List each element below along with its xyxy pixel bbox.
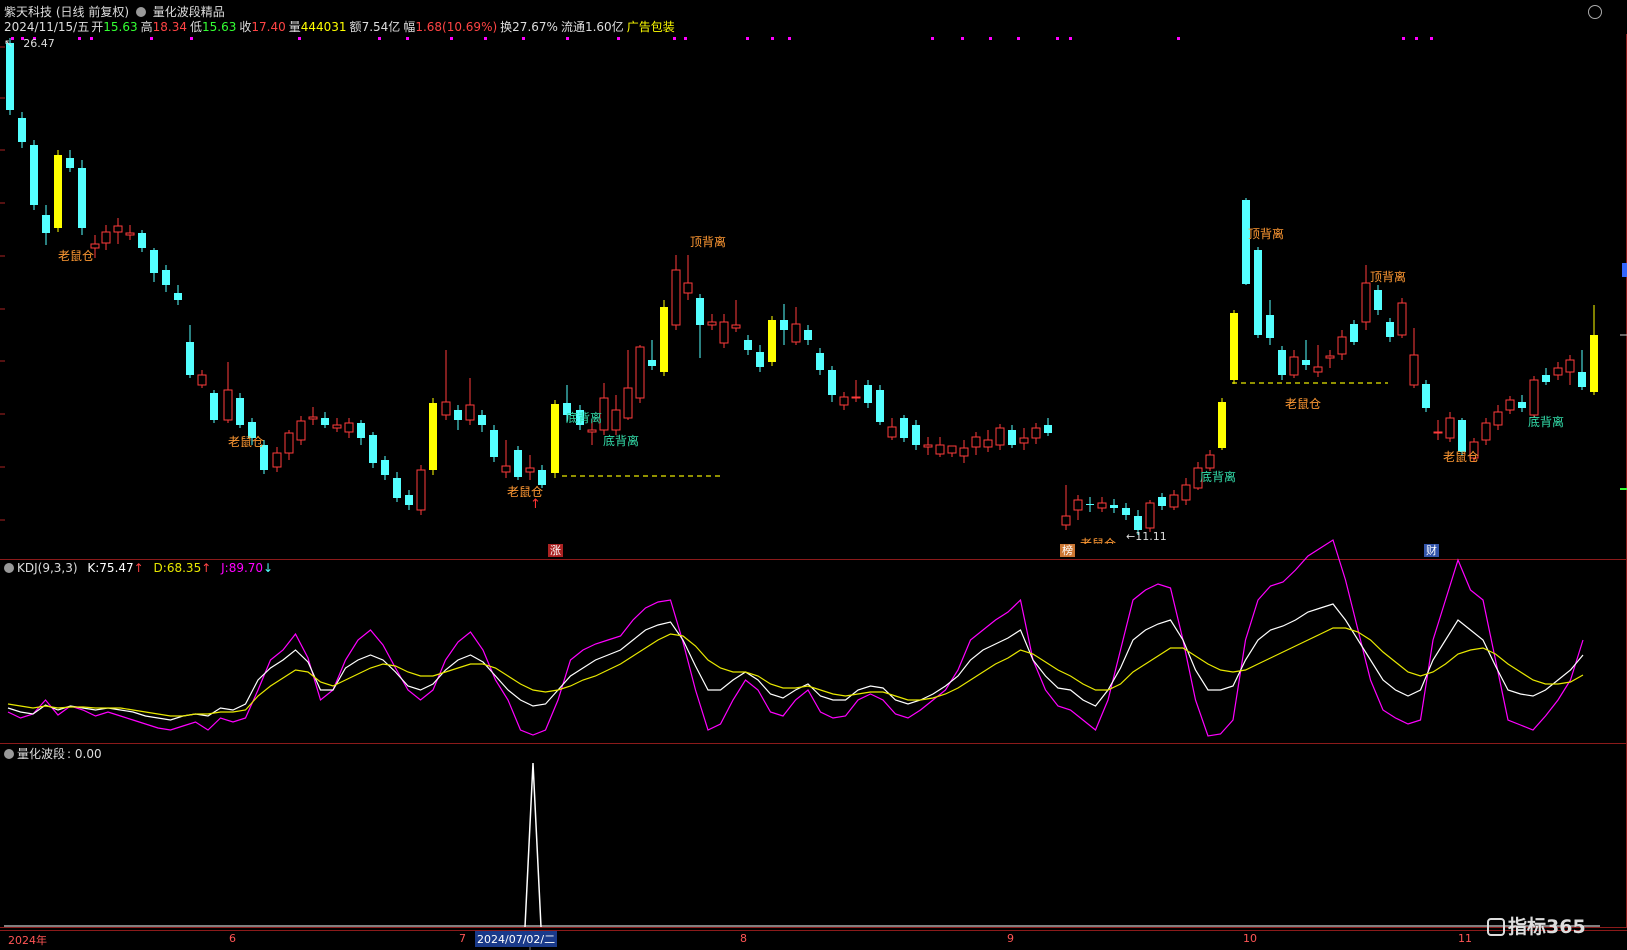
x-label-month: 8 — [740, 932, 747, 945]
watermark-text: 指标365 — [1508, 916, 1586, 938]
x-label-month: 9 — [1007, 932, 1014, 945]
watermark-logo-icon — [1487, 918, 1505, 936]
kdj-j-line — [7, 539, 1584, 737]
x-axis — [0, 930, 1627, 950]
x-label-month: 11 — [1458, 932, 1472, 945]
x-label-month: 10 — [1243, 932, 1257, 945]
kdj-d-line — [7, 627, 1584, 717]
x-label-month: 6 — [229, 932, 236, 945]
kdj-k-line — [7, 603, 1584, 721]
cursor-date-label: 2024/07/02/二 — [475, 931, 558, 947]
wave-spike-line — [524, 762, 542, 928]
watermark: 指标365 — [1487, 912, 1586, 939]
indicator-lines — [4, 539, 1600, 950]
x-label-month: 7 — [459, 932, 466, 945]
x-label-year: 2024年 — [8, 934, 47, 947]
